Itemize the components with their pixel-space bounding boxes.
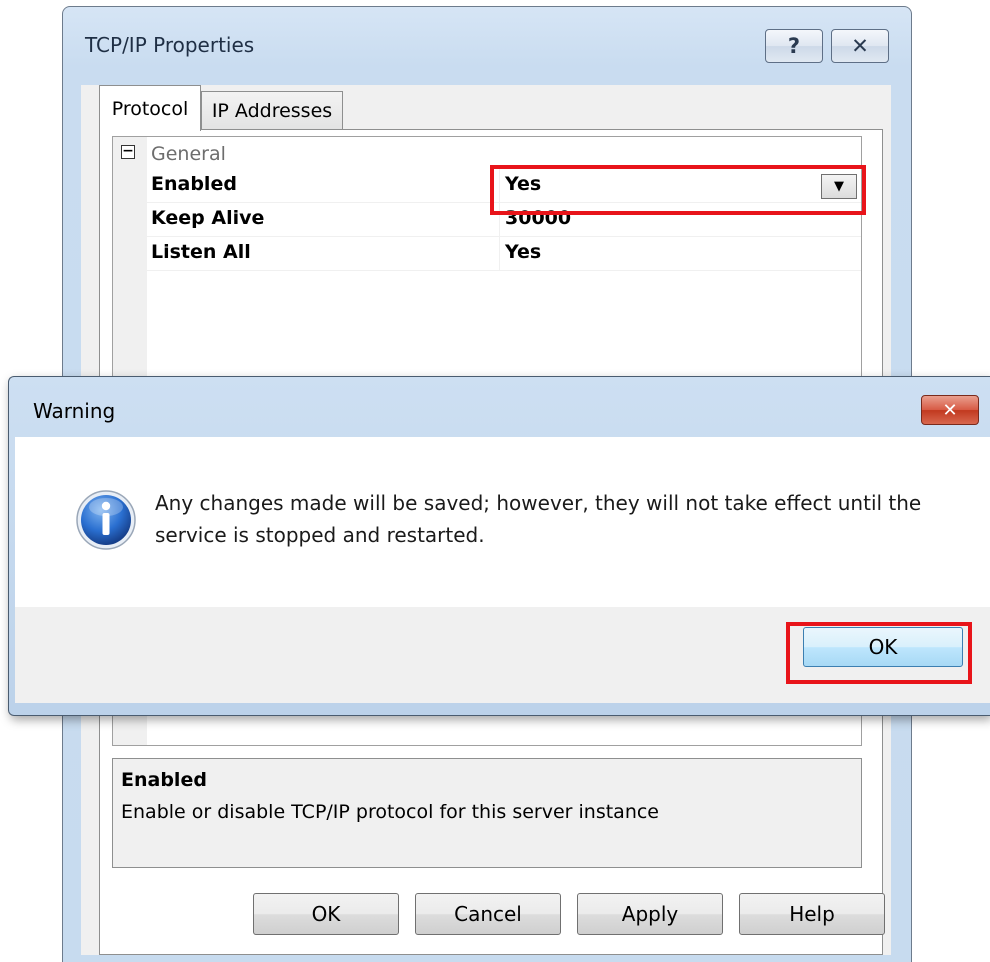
property-row-listen-all[interactable]: Listen All Yes <box>147 237 861 271</box>
dialog-title: TCP/IP Properties <box>85 33 255 57</box>
highlight-ok-button <box>786 622 972 684</box>
category-label: General <box>151 143 226 165</box>
column-divider <box>499 237 500 270</box>
warning-body: Any changes made will be saved; however,… <box>15 437 990 607</box>
property-name: Enabled <box>151 173 237 195</box>
tab-protocol-label: Protocol <box>111 97 189 120</box>
highlight-enabled-value <box>490 165 866 215</box>
property-name: Keep Alive <box>151 207 265 229</box>
close-caption-button[interactable]: ✕ <box>831 29 889 63</box>
warning-close-button[interactable]: ✕ <box>921 395 979 425</box>
info-icon <box>76 490 136 550</box>
apply-button[interactable]: Apply <box>577 893 723 935</box>
property-value[interactable]: Yes <box>505 241 541 263</box>
description-text: Enable or disable TCP/IP protocol for th… <box>121 801 659 823</box>
help-caption-button[interactable]: ? <box>765 29 823 63</box>
tab-protocol[interactable]: Protocol <box>99 85 201 131</box>
description-title: Enabled <box>121 769 207 791</box>
description-pane: Enabled Enable or disable TCP/IP protoco… <box>112 758 862 868</box>
question-icon: ? <box>787 34 801 58</box>
cancel-button[interactable]: Cancel <box>415 893 561 935</box>
ok-button[interactable]: OK <box>253 893 399 935</box>
help-button[interactable]: Help <box>739 893 885 935</box>
tab-ip-addresses[interactable]: IP Addresses <box>201 91 343 129</box>
warning-message: Any changes made will be saved; however,… <box>155 491 922 547</box>
close-icon: ✕ <box>851 34 869 58</box>
property-name: Listen All <box>151 241 251 263</box>
collapse-icon[interactable]: − <box>121 144 135 159</box>
warning-title: Warning <box>33 399 116 423</box>
tab-ip-addresses-label: IP Addresses <box>211 99 333 122</box>
close-icon: ✕ <box>942 399 958 421</box>
